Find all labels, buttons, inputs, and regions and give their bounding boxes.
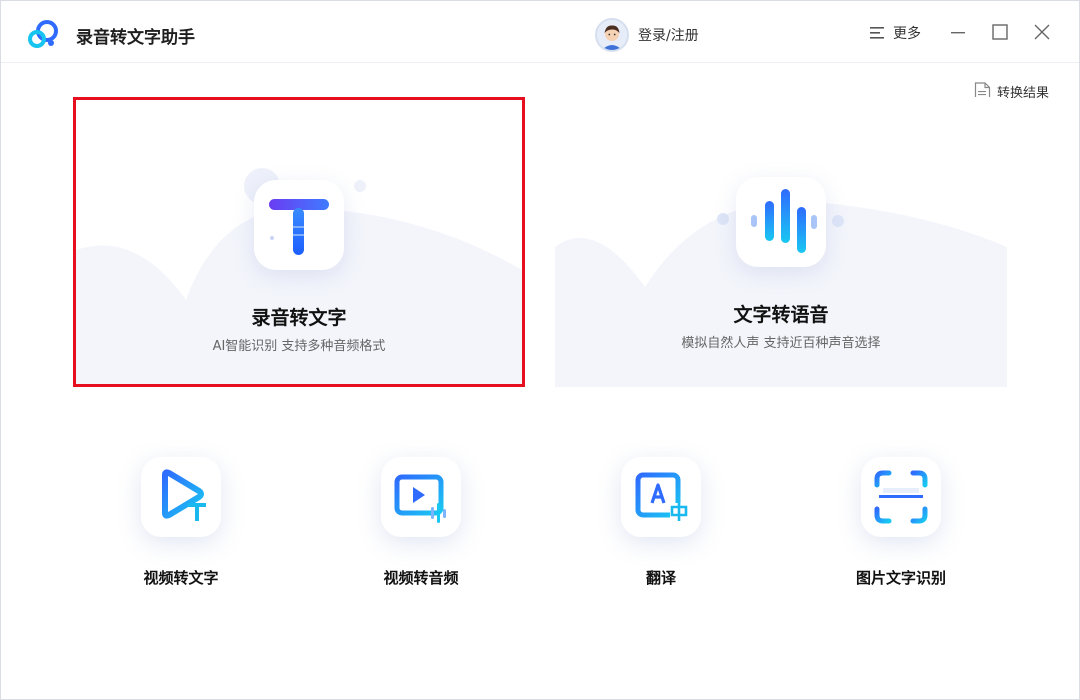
- text-t-icon: [269, 199, 329, 255]
- audio-to-text-title: 录音转文字: [251, 307, 347, 329]
- user-avatar-icon: [597, 20, 627, 50]
- translate-icon: [635, 472, 688, 521]
- video-to-audio-icon: [394, 474, 446, 523]
- video-to-audio-tool[interactable]: 视频转音频: [341, 453, 501, 593]
- more-menu-button[interactable]: 更多: [869, 23, 921, 43]
- video-to-audio-tile: [381, 457, 461, 537]
- app-window: 录音转文字助手 登录/注册 更多 转换结果 录音转文字 AI智能识别 支持多种音…: [0, 0, 1080, 700]
- sound-wave-icon: [751, 189, 817, 253]
- video-to-text-icon: [162, 469, 206, 521]
- maximize-button[interactable]: [989, 21, 1011, 43]
- close-button[interactable]: [1031, 21, 1053, 43]
- menu-lines-icon: [870, 27, 884, 39]
- minimize-button[interactable]: [947, 21, 969, 43]
- audio-to-text-icon-tile: [254, 180, 344, 270]
- login-register-label: 登录/注册: [638, 28, 699, 44]
- text-to-speech-title: 文字转语音: [733, 304, 829, 326]
- text-to-speech-card[interactable]: 文字转语音 模拟自然人声 支持近百种声音选择: [555, 97, 1007, 387]
- translate-tile: [621, 457, 701, 537]
- video-to-text-tile: [141, 457, 221, 537]
- translate-tool[interactable]: 翻译: [581, 453, 741, 593]
- login-register-button[interactable]: 登录/注册: [595, 18, 699, 52]
- scan-ocr-icon: [874, 470, 928, 524]
- video-to-audio-label: 视频转音频: [383, 569, 459, 587]
- audio-to-text-card[interactable]: 录音转文字 AI智能识别 支持多种音频格式: [73, 97, 525, 387]
- text-to-speech-icon-tile: [736, 177, 826, 267]
- image-text-recognition-tool[interactable]: 图片文字识别: [821, 453, 981, 593]
- app-logo-icon: [28, 20, 58, 48]
- text-to-speech-subtitle: 模拟自然人声 支持近百种声音选择: [681, 336, 881, 351]
- more-label: 更多: [893, 26, 921, 42]
- translate-label: 翻译: [645, 569, 676, 587]
- video-to-text-tool[interactable]: 视频转文字: [101, 453, 261, 593]
- app-title: 录音转文字助手: [76, 28, 195, 48]
- audio-to-text-subtitle: AI智能识别 支持多种音频格式: [212, 339, 386, 354]
- title-bar: 录音转文字助手 登录/注册 更多: [1, 1, 1079, 63]
- avatar: [595, 18, 629, 52]
- image-text-recognition-label: 图片文字识别: [855, 569, 946, 587]
- video-to-text-label: 视频转文字: [143, 569, 219, 587]
- image-text-recognition-tile: [861, 457, 941, 537]
